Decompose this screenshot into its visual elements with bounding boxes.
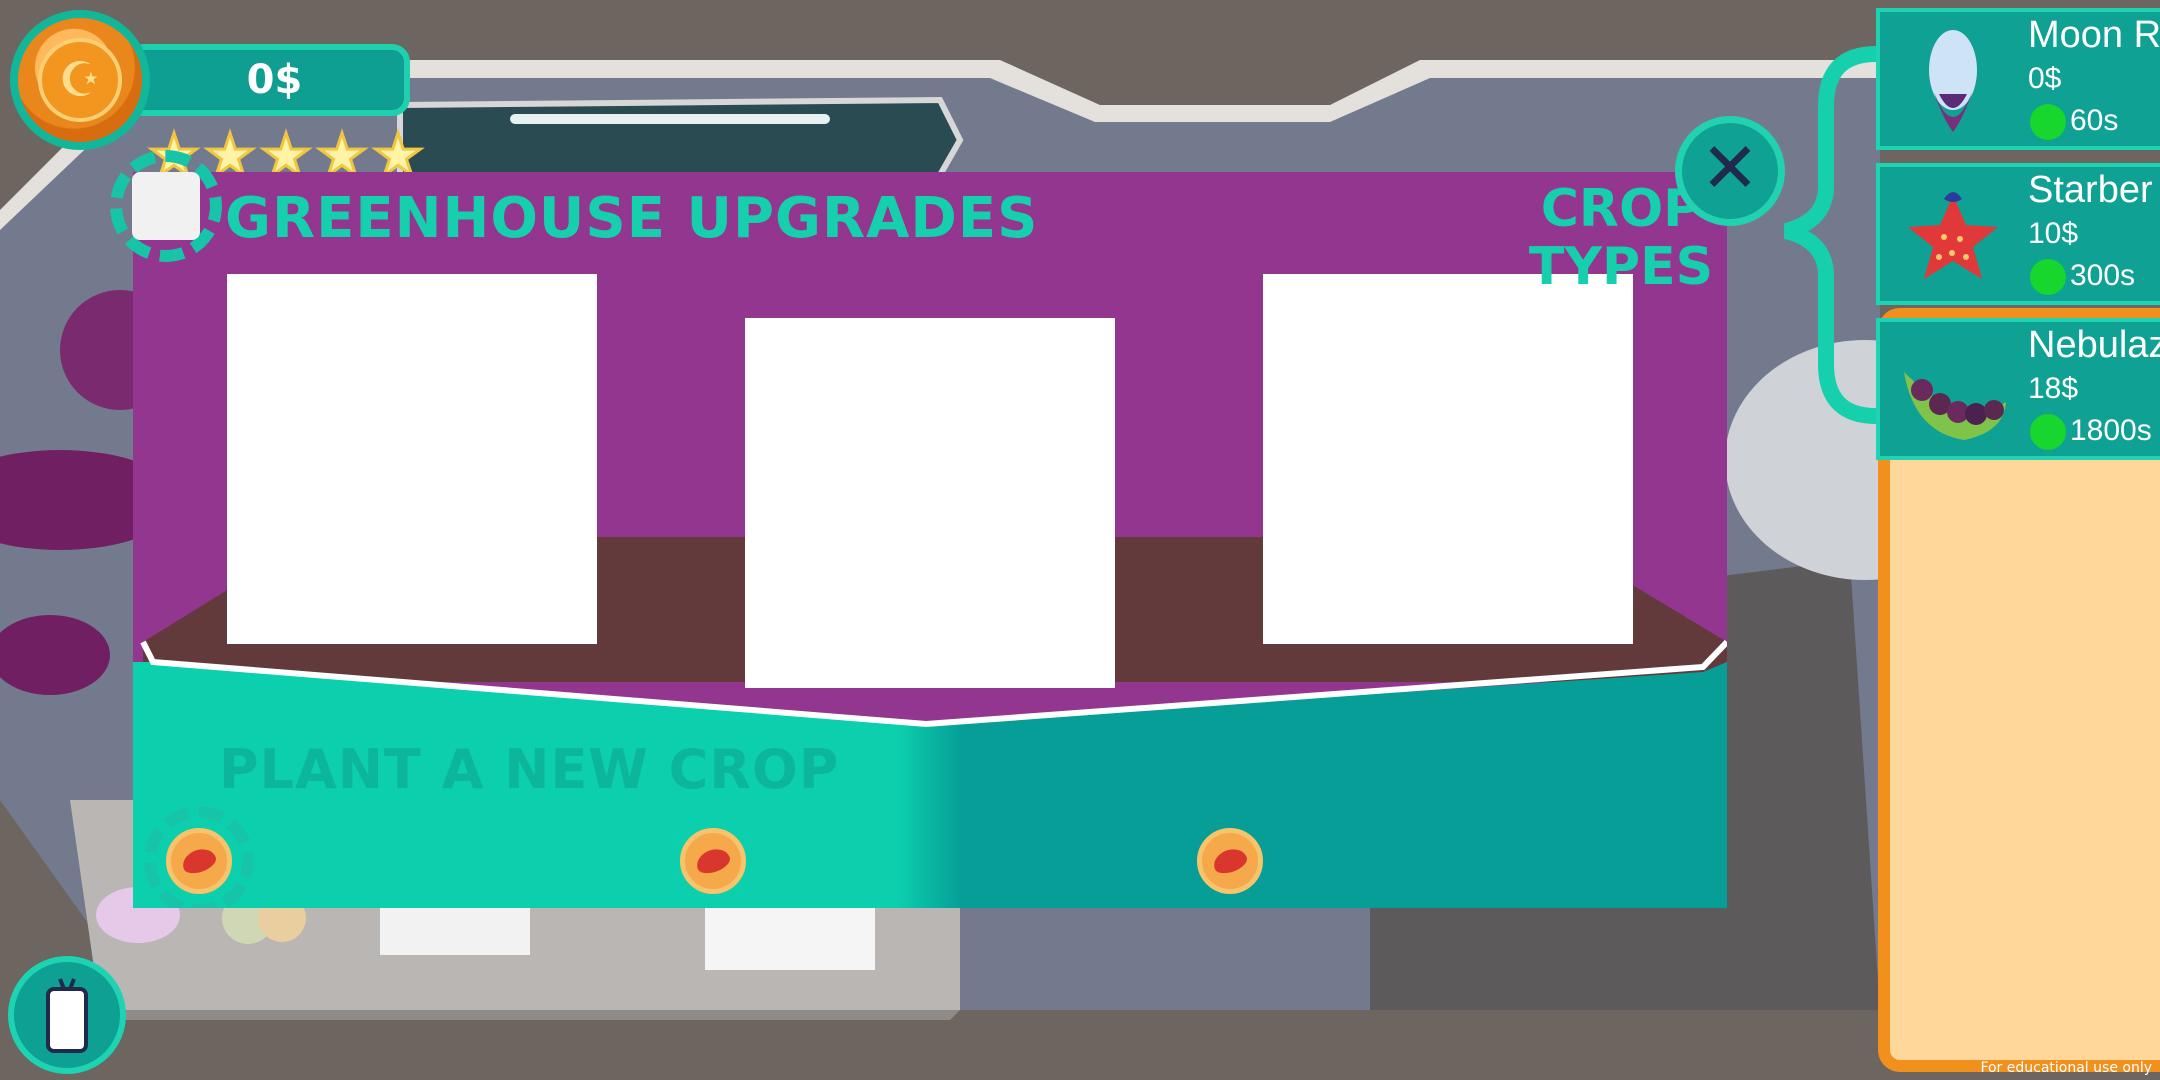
crop-name: Nebulaz: [2028, 324, 2160, 366]
crop-name: Moon R: [2028, 14, 2160, 56]
plant-new-crop-label: PLANT A NEW CROP: [219, 738, 840, 801]
money-value: 0$: [246, 57, 303, 103]
plot-slot-2[interactable]: [745, 318, 1115, 688]
crop-name: Starber: [2028, 169, 2153, 211]
seed-button-2[interactable]: [680, 828, 746, 894]
moon-root-icon: [1929, 30, 1977, 132]
growth-time-icon: [2030, 414, 2066, 450]
nebula-pea-icon: [1904, 372, 2006, 440]
plot-slot-1[interactable]: [227, 274, 597, 644]
crop-grow-time: 1800s: [2070, 414, 2152, 447]
crop-grow-time: 60s: [2070, 104, 2119, 137]
crop-card-nebula-pea[interactable]: Nebulaz 18$ 1800s: [1876, 318, 2160, 460]
phone-icon: [46, 978, 88, 1053]
close-button[interactable]: ✕: [1675, 116, 1785, 226]
greenhouse-upgrades-panel: GREENHOUSE UPGRADES CROP TYPES PLANT A N…: [133, 172, 1727, 908]
crop-card-starberry[interactable]: Starber 10$ 300s: [1876, 163, 2160, 305]
money-display: 0$: [125, 44, 410, 116]
select-checkbox[interactable]: [132, 172, 200, 240]
seed-icon: [693, 844, 733, 878]
crop-price: 0$: [2028, 62, 2062, 95]
growth-time-icon: [2030, 104, 2066, 140]
panel-title: GREENHOUSE UPGRADES: [225, 186, 1039, 251]
seed-button-3[interactable]: [1197, 828, 1263, 894]
crop-price: 18$: [2028, 372, 2079, 405]
educational-use-note: For educational use only: [1980, 1060, 2152, 1076]
growth-time-icon: [2030, 259, 2066, 295]
crop-card-moon-root[interactable]: Moon R 0$ 60s: [1876, 8, 2160, 150]
crop-types-line2: TYPES: [1528, 237, 1714, 297]
seed-icon: [179, 844, 219, 878]
crop-grow-time: 300s: [2070, 259, 2136, 292]
seed-button-1[interactable]: [166, 828, 232, 894]
brace-connector-icon: [1783, 46, 1884, 424]
phone-button[interactable]: [8, 956, 126, 1074]
crop-price: 10$: [2028, 217, 2079, 250]
seed-icon: [1210, 844, 1250, 878]
starberry-icon: [1908, 192, 1998, 279]
close-icon: ✕: [1700, 127, 1760, 209]
currency-coin-icon: ☪: [10, 10, 150, 150]
star-moon-emblem-icon: ☪: [38, 38, 122, 122]
plot-slot-3[interactable]: [1263, 274, 1633, 644]
